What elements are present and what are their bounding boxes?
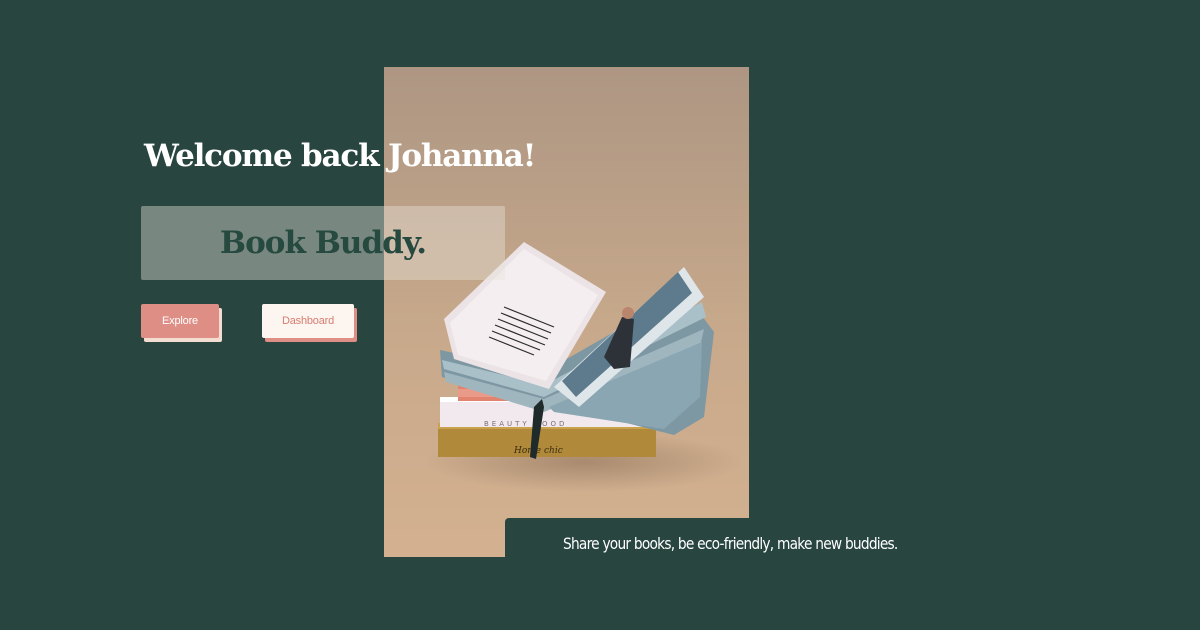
explore-button[interactable]: Explore [141,304,219,338]
brand-logo-text: Book Buddy. [219,225,427,261]
book-spine-text: BEAUTY FOOD [484,420,567,428]
brand-banner: Book Buddy. [141,206,505,280]
book-spine-text: Home chic [513,446,563,456]
welcome-heading: Welcome back Johanna! [144,138,536,174]
tagline: Share your books, be eco-friendly, make … [563,534,898,553]
dashboard-button[interactable]: Dashboard [262,304,354,338]
